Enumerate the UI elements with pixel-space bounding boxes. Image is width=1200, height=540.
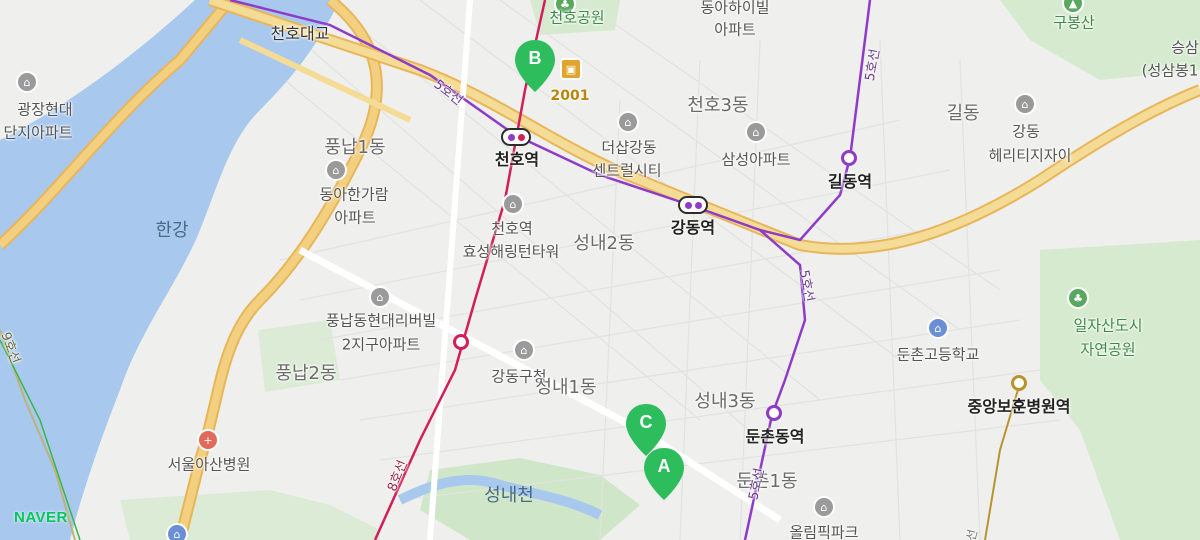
donga-highville-label: 동아하이빌: [700, 0, 770, 17]
gwangjang-label: 광장현대: [17, 100, 73, 119]
gangdong-station-label[interactable]: 강동역: [671, 220, 715, 236]
seongnae1dong-label: 성내1동: [535, 377, 597, 398]
seungsam-label-2: (성삼봉1: [1141, 61, 1199, 80]
building-icon: ⌂: [325, 159, 347, 181]
building-icon: ⌂: [502, 193, 524, 215]
dunchon-high-label: 둔촌고등학교: [896, 345, 980, 364]
cheonho-park-label: 천호공원: [549, 8, 605, 27]
subway-icon[interactable]: [453, 334, 469, 350]
donga-highville-label-2: 아파트: [714, 20, 756, 39]
building-icon: ⌂: [1014, 93, 1036, 115]
cheonho-hyosung-label: 천호역: [491, 219, 533, 238]
donga-hangaram-label: 동아한가람: [319, 185, 389, 204]
subway-icon[interactable]: [841, 150, 857, 166]
the-shop-label-2: 센트럴시티: [592, 161, 662, 180]
dunchon-station-label[interactable]: 둔촌동역: [746, 429, 805, 445]
map-view[interactable]: 천호대교 ♣ 천호공원 동아하이빌 아파트 ▲ 구봉산 승삼 (성삼봉1 ⌂ 광…: [0, 0, 1200, 540]
cheonho-bridge-label: 천호대교: [270, 24, 330, 43]
cheonho-hyosung-label-2: 효성해링턴타워: [462, 242, 560, 261]
building-icon: ⌂: [617, 111, 639, 133]
hospital-icon: +: [197, 429, 219, 451]
gildong-station-label[interactable]: 길동역: [828, 174, 872, 190]
ilja-park-label: 일자산도시: [1073, 316, 1143, 335]
gildong-label: 길동: [946, 103, 980, 124]
building-icon: ⌂: [16, 71, 38, 93]
pungnap2dong-label: 풍납2동: [275, 363, 337, 384]
tree-icon: ♣: [1067, 287, 1089, 309]
naver-logo[interactable]: NAVER: [14, 509, 68, 526]
the-shop-label: 더샵강동: [601, 138, 657, 157]
marker-label: C: [639, 412, 653, 432]
building-icon: ⌂: [745, 121, 767, 143]
gangdong-heritage-label-2: 헤리티지자이: [988, 146, 1072, 165]
marker-label: A: [657, 456, 671, 476]
building-icon: ⌂: [369, 286, 391, 308]
seongnaecheon-label: 성내천: [484, 485, 534, 506]
park-area: [1040, 240, 1200, 540]
school-icon: ⌂: [166, 523, 188, 540]
asan-hospital-label: 서울아산병원: [167, 455, 251, 474]
pungnap1dong-label: 풍납1동: [324, 137, 386, 158]
government-icon: ⌂: [513, 339, 535, 361]
map-pin-marker-b[interactable]: B: [513, 38, 557, 94]
map-pin-marker-a[interactable]: A: [642, 446, 686, 502]
seungsam-label: 승삼: [1171, 38, 1199, 57]
shopping-cart-icon[interactable]: ▣: [560, 58, 582, 80]
ilja-park-label-2: 자연공원: [1080, 340, 1136, 359]
cheonho3dong-label: 천호3동: [687, 95, 749, 116]
pungnap-hyundai-label-2: 2지구아파트: [341, 335, 421, 354]
olympic-park-label: 올림픽파크: [789, 523, 859, 540]
subway-icon[interactable]: [1011, 375, 1027, 391]
subway-icon[interactable]: [766, 405, 782, 421]
gangdong-heritage-label: 강동: [1012, 122, 1040, 141]
hangang-label: 한강: [155, 220, 189, 241]
pungnap-hyundai-label: 풍납동현대리버빌: [325, 311, 437, 330]
seongnae3dong-label: 성내3동: [694, 391, 756, 412]
dunchon1dong-label: 둔촌1동: [736, 471, 798, 492]
seongnae2dong-label: 성내2동: [573, 233, 635, 254]
building-icon: ⌂: [813, 496, 835, 518]
marker-label: B: [528, 48, 542, 68]
samsung-apt-label: 삼성아파트: [721, 150, 791, 169]
subway-icon[interactable]: [678, 196, 708, 214]
donga-hangaram-label-2: 아파트: [334, 208, 376, 227]
subway-icon[interactable]: [501, 128, 531, 146]
line-label-edge: 선: [963, 527, 981, 540]
park-area: [120, 490, 380, 540]
veterans-hospital-station-label[interactable]: 중앙보훈병원역: [967, 399, 1070, 415]
cheonho-station-label[interactable]: 천호역: [495, 152, 539, 168]
gwangjang-label-2: 단지아파트: [3, 123, 73, 142]
gubongsan-label: 구봉산: [1053, 13, 1095, 32]
school-icon: ⌂: [927, 317, 949, 339]
